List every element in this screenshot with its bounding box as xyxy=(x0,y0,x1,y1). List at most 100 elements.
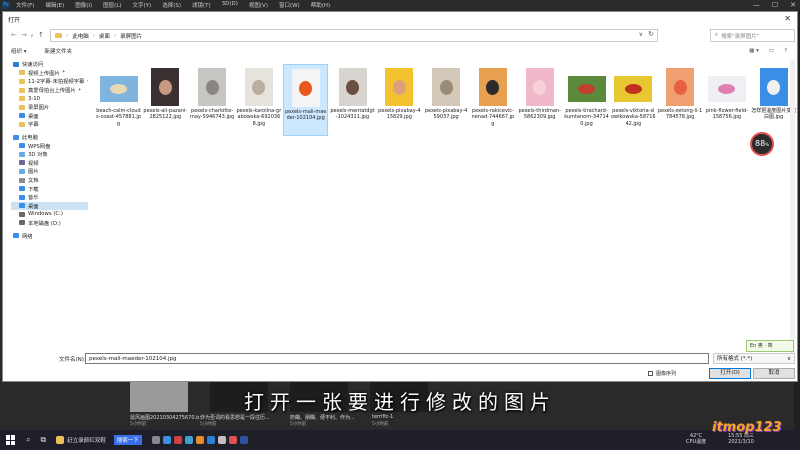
nav-item[interactable]: 字幕 xyxy=(11,120,88,129)
file-item[interactable]: pexels-karolina-grabowska-6920368.jpg xyxy=(236,68,281,140)
app-icon[interactable] xyxy=(217,436,226,444)
minimize-icon[interactable]: — xyxy=(753,1,760,9)
cancel-button[interactable]: 取消 xyxy=(753,368,795,379)
nav-item-label: 文档 xyxy=(28,178,39,185)
app-icon[interactable] xyxy=(162,436,171,444)
address-bar[interactable]: › 此电脑 › 桌面 › 录屏图片 ∨ ↻ xyxy=(50,29,658,42)
breadcrumb-separator: › xyxy=(113,32,117,39)
file-item[interactable]: pexels-mali-maeder-102104.jpg xyxy=(283,64,329,136)
windows-start-icon[interactable] xyxy=(6,435,16,445)
breadcrumb-this-pc[interactable]: 此电脑 xyxy=(72,32,89,40)
app-icon[interactable] xyxy=(173,436,182,444)
up-arrow-icon[interactable]: ↑ xyxy=(38,31,44,39)
photoshop-menu-item[interactable]: 文件(F) xyxy=(16,1,34,9)
forward-arrow-icon[interactable]: → xyxy=(21,31,27,39)
nav-item[interactable]: Windows (C:) xyxy=(11,210,88,219)
breadcrumb-separator: › xyxy=(66,32,69,39)
taskbar-app[interactable]: 赶立录颜红双鞋 xyxy=(56,436,106,444)
drive-icon xyxy=(19,211,25,217)
nav-item[interactable]: 桌面 xyxy=(11,201,88,211)
image-thumbnail xyxy=(385,68,414,106)
image-sequence-checkbox[interactable] xyxy=(648,371,653,376)
refresh-icon[interactable]: ↻ xyxy=(648,30,654,38)
organize-button[interactable]: 组织 ▾ xyxy=(11,47,27,55)
file-item[interactable]: pexels-pixabay-415829.jpg xyxy=(377,68,422,140)
file-item[interactable]: pexels-mentatdgt-1024311.jpg xyxy=(330,68,375,140)
nav-item[interactable]: 3D 对象 xyxy=(11,150,88,159)
search-icon[interactable]: ⌕ xyxy=(26,435,30,445)
photoshop-menu-item[interactable]: 选择(S) xyxy=(162,1,181,9)
app-icon[interactable] xyxy=(184,436,193,444)
nav-item[interactable]: 文档 xyxy=(11,176,88,185)
image-sequence-option[interactable]: 图像序列 xyxy=(648,370,676,377)
star-icon xyxy=(13,61,19,67)
filetype-select[interactable]: 所有格式 (*.*) ∨ xyxy=(713,353,795,364)
photoshop-taskbar-icon[interactable] xyxy=(239,436,248,444)
file-item[interactable]: pexels-pixabay-459037.jpg xyxy=(424,68,469,140)
nav-item[interactable]: 此电脑 xyxy=(11,133,88,142)
nav-item[interactable]: 本地磁盘 (D:) xyxy=(11,219,88,228)
nav-item[interactable]: 3-10 xyxy=(11,94,88,103)
file-item[interactable]: pexels-viktoria-slowikowska-5871642.jpg xyxy=(611,68,656,140)
breadcrumb-desktop[interactable]: 桌面 xyxy=(99,32,110,40)
nav-item[interactable]: 图片 xyxy=(11,167,88,176)
filename-input[interactable]: pexels-mali-maeder-102104.jpg xyxy=(85,353,709,364)
nav-item-label: 3-10 xyxy=(28,95,41,102)
address-dropdown-icon[interactable]: ∨ xyxy=(639,31,643,38)
nav-item[interactable]: 桌面 xyxy=(11,112,88,121)
photoshop-menu-item[interactable]: 窗口(W) xyxy=(279,1,300,9)
view-options-icon[interactable]: ▦ ▾ xyxy=(749,48,759,54)
preview-pane-icon[interactable]: ▭ xyxy=(769,48,774,54)
file-item[interactable]: pexels-rakicevic-nenad-744667.jpg xyxy=(470,68,515,140)
nav-item[interactable]: 快速访问 xyxy=(11,60,88,69)
file-item[interactable]: pink-flower-field-158756.jpg xyxy=(704,68,749,140)
photoshop-menu-item[interactable]: 3D(D) xyxy=(222,1,238,9)
nav-item[interactable]: 11-2字幕-未拍视频字幕✦ xyxy=(11,77,88,86)
file-list-scrollbar[interactable] xyxy=(790,60,795,354)
app-icon[interactable] xyxy=(195,436,204,444)
help-icon[interactable]: ? xyxy=(784,48,787,54)
app-icon[interactable] xyxy=(151,436,160,444)
file-item[interactable]: pexels-tirachard-kumtanom-347140.jpg xyxy=(564,68,609,140)
thumbnail-subject xyxy=(158,79,172,95)
cpu-usage-gauge[interactable]: 88% xyxy=(750,132,774,156)
search-input[interactable]: ⌕ 搜索"录屏图片" xyxy=(710,29,795,42)
photoshop-menu-item[interactable]: 文字(Y) xyxy=(133,1,152,9)
nav-item[interactable]: 视频 xyxy=(11,159,88,168)
photoshop-menu-item[interactable]: 图层(L) xyxy=(103,1,121,9)
nav-item[interactable]: 录屏图片 xyxy=(11,103,88,112)
ime-indicator[interactable]: En 奥 · 简 xyxy=(746,340,794,352)
file-item[interactable]: pexels-thirdman-5862309.jpg xyxy=(517,68,562,140)
nav-item-label: Windows (C:) xyxy=(28,211,63,218)
nav-item[interactable]: 视频上传图片 ✦ xyxy=(11,69,88,78)
back-arrow-icon[interactable]: ← xyxy=(11,31,17,39)
thumbnail-subject xyxy=(205,79,219,95)
new-folder-button[interactable]: 新建文件夹 xyxy=(45,47,73,55)
photoshop-menu-item[interactable]: 滤镜(T) xyxy=(192,1,211,9)
file-item[interactable]: beach-calm-clouds-coast-457881.jpg xyxy=(96,68,141,140)
maximize-icon[interactable]: ☐ xyxy=(772,1,778,9)
app-icon[interactable] xyxy=(228,436,237,444)
close-icon[interactable]: ✕ xyxy=(784,14,791,23)
nav-item[interactable]: 真爱母拍台上传图片 ✦ xyxy=(11,86,88,95)
file-item[interactable]: pexels-ali-pazani-2825122.jpg xyxy=(143,68,188,140)
file-item[interactable]: pexels-charlotte-may-5946743.jpg xyxy=(190,68,235,140)
photoshop-menu-item[interactable]: 编辑(E) xyxy=(45,1,64,9)
nav-item[interactable]: 下载 xyxy=(11,184,88,193)
nav-item[interactable]: 网络 xyxy=(11,231,88,240)
open-button[interactable]: 打开(O) xyxy=(709,368,751,379)
close-icon[interactable]: ✕ xyxy=(790,1,796,9)
photoshop-menu-item[interactable]: 图像(I) xyxy=(75,1,92,9)
app-icon[interactable] xyxy=(206,436,215,444)
nav-item[interactable]: 音乐 xyxy=(11,193,88,202)
file-grid: beach-calm-clouds-coast-457881.jpg pexels… xyxy=(96,64,796,348)
breadcrumb-current-folder[interactable]: 录屏图片 xyxy=(120,32,142,40)
taskbar-search-tag[interactable]: 搜索一下 xyxy=(113,435,142,445)
search-icon: ⌕ xyxy=(715,32,719,38)
photoshop-menu-item[interactable]: 帮助(H) xyxy=(311,1,330,9)
photoshop-menu-item[interactable]: 视图(V) xyxy=(249,1,268,9)
file-item[interactable]: pexels-zetong-li-1784578.jpg xyxy=(658,68,703,140)
nav-item[interactable]: WPS网盘 xyxy=(11,141,88,150)
recent-chevron-icon[interactable]: ∨ xyxy=(30,33,34,39)
task-view-icon[interactable]: ⧉ xyxy=(40,435,46,445)
